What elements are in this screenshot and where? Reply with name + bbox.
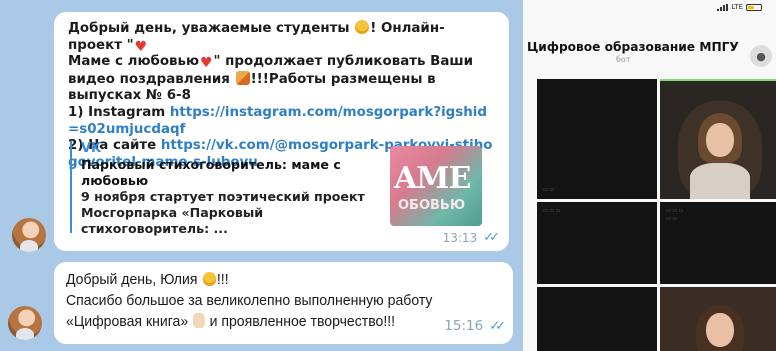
double-check-icon: ✓✓ [489, 318, 506, 334]
heart-emoji-icon: ♥ [199, 55, 213, 72]
message-time: 13:13 [442, 230, 478, 245]
chat-panel: Добрый день, уважаемые студенты ! Онлайн… [0, 0, 523, 351]
message-text: Добрый день, Юлия !!! Спасибо большое за… [66, 272, 433, 330]
video-tile[interactable] [537, 287, 657, 351]
thumbnail-text: AME [394, 161, 471, 196]
preview-thumbnail[interactable]: AME ОБОВЬЮ [390, 146, 482, 226]
message-bubble[interactable]: Добрый день, Юлия !!! Спасибо большое за… [54, 262, 513, 344]
link-preview[interactable]: VK Парковый стихоговоритель: маме с любо… [70, 141, 488, 236]
sender-avatar[interactable] [12, 218, 46, 252]
message-bubble[interactable]: Добрый день, уважаемые студенты ! Онлайн… [54, 12, 509, 251]
call-title: Цифровое образование МПГУ [527, 40, 739, 54]
video-tile[interactable]: ▭ ▭ [537, 79, 657, 199]
message-meta: 15:16 ✓✓ [444, 318, 506, 334]
thumbnail-subtext: ОБОВЬЮ [398, 198, 466, 213]
battery-icon [746, 3, 762, 11]
preview-title: Парковый стихоговоритель: маме с любовью [81, 157, 341, 188]
video-tile[interactable]: ▭ ▭ ▭ ▭ ▭ [660, 202, 776, 284]
video-tile[interactable] [660, 287, 776, 351]
smile-emoji-icon [202, 272, 216, 286]
participants-icon[interactable]: ● [750, 45, 772, 67]
call-subtitle: бот [616, 55, 631, 64]
message-meta: 13:13 ✓✓ [442, 230, 500, 245]
smile-emoji-icon [355, 20, 370, 34]
thumbs-up-emoji-icon [193, 313, 205, 328]
preview-description: 9 ноября стартует поэтический проект Мос… [81, 189, 365, 236]
status-bar: LTE [717, 3, 762, 11]
video-grid: ▭ ▭ ▭ ▭ ▭ ▭ ▭ ▭ ▭ ▭ ▭ ▭ ▭ [537, 79, 776, 351]
video-tile[interactable]: ▭ ▭ ▭ [537, 202, 657, 284]
heart-emoji-icon: ♥ [134, 38, 148, 55]
double-check-icon: ✓✓ [483, 230, 500, 245]
phone-screenshot: LTE Цифровое образование МПГУ бот ● ▭ ▭ … [523, 0, 776, 351]
signal-icon [717, 3, 729, 11]
network-type: LTE [731, 3, 743, 11]
party-emoji-icon [235, 70, 250, 85]
message-time: 15:16 [444, 318, 484, 334]
sender-avatar[interactable] [8, 306, 42, 340]
video-tile[interactable] [660, 79, 776, 199]
